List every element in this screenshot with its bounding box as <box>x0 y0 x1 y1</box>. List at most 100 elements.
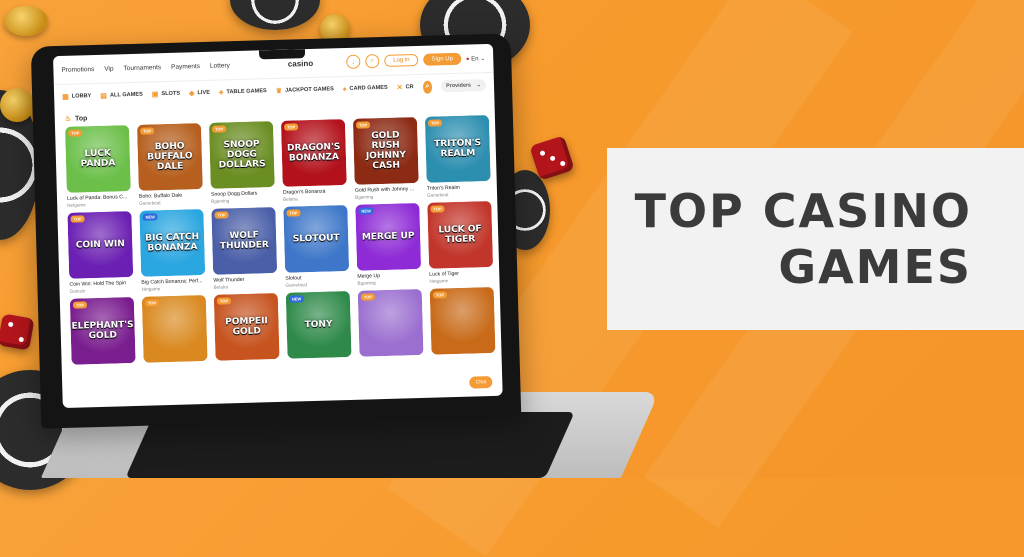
game-card[interactable]: TOPSLOTOUTSlotoutGamebeat <box>283 205 349 288</box>
login-button[interactable]: Log in <box>384 54 419 67</box>
game-provider <box>432 357 496 359</box>
game-provider: Belatra <box>213 283 277 290</box>
game-card[interactable]: TOPSNOOP DOGG DOLLARSSnoop Dogg DollarsB… <box>209 121 275 204</box>
nav-payments[interactable]: Payments <box>171 63 200 71</box>
game-thumbnail[interactable]: TOP <box>358 289 424 357</box>
headline-line-2: GAMES <box>778 239 972 295</box>
game-art-title: SLOTOUT <box>290 233 343 244</box>
game-thumbnail[interactable]: TOP <box>142 295 208 363</box>
game-tag: TOP <box>361 293 375 300</box>
game-name[interactable] <box>72 366 136 368</box>
game-provider: Gamebeat <box>285 281 349 288</box>
game-card[interactable]: TOP <box>358 289 424 361</box>
game-card[interactable]: TOP <box>142 295 208 367</box>
game-tag: TOP <box>356 121 370 128</box>
game-provider: Gamzix <box>70 287 134 294</box>
game-art-title: COIN WIN <box>73 239 128 251</box>
game-thumbnail[interactable]: TOPSNOOP DOGG DOLLARS <box>209 121 275 189</box>
slot-icon: ▣ <box>152 90 159 98</box>
game-card[interactable]: TOPCOIN WINCoin Win: Hold The SpinGamzix <box>67 211 133 294</box>
search-icon[interactable]: ⌕ <box>365 54 379 68</box>
game-thumbnail[interactable]: NEWTONY <box>286 291 352 359</box>
game-name[interactable] <box>288 360 352 362</box>
category-label: CARD GAMES <box>349 85 387 92</box>
category-jackpot-games[interactable]: ♛JACKPOT GAMES <box>276 85 334 95</box>
game-provider <box>144 365 208 367</box>
chevron-down-icon: ⌄ <box>476 82 481 88</box>
game-thumbnail[interactable]: TOP <box>430 287 496 355</box>
game-name[interactable] <box>144 364 208 366</box>
game-tag: TOP <box>428 119 442 126</box>
game-thumbnail[interactable]: TOPGOLD RUSH JOHNNY CASH <box>353 117 419 185</box>
section-title: Top <box>75 115 88 122</box>
game-card[interactable]: TOPLUCK OF TIGERLuck of TigerNetgame <box>427 201 493 284</box>
table-icon: ♣ <box>219 89 224 96</box>
game-thumbnail[interactable]: TOP COIN WIN <box>67 211 133 279</box>
game-name[interactable] <box>432 356 496 358</box>
category-crash[interactable]: ✕CR <box>397 83 414 91</box>
game-thumbnail[interactable]: TOPLUCK OF TIGER <box>427 201 493 269</box>
crash-icon: ✕ <box>397 83 403 91</box>
headline-line-1: TOP CASINO <box>635 183 972 239</box>
game-thumbnail[interactable]: TOPSLOTOUT <box>283 205 349 273</box>
category-card-games[interactable]: ♠CARD GAMES <box>343 84 388 92</box>
game-tag: NEW <box>289 295 305 302</box>
game-card[interactable]: TOP <box>430 287 496 359</box>
game-thumbnail[interactable]: NEWBIG CATCH BONANZA <box>139 209 205 277</box>
game-card[interactable]: TOPDRAGON'S BONANZADragon's BonanzaBelat… <box>281 119 347 202</box>
game-tag: TOP <box>145 299 159 306</box>
game-name[interactable] <box>360 358 424 360</box>
game-thumbnail[interactable]: TOPWOLF THUNDER <box>211 207 277 275</box>
download-icon[interactable]: ↓ <box>346 55 360 69</box>
category-all-games[interactable]: ▤ALL GAMES <box>100 91 143 100</box>
card-icon: ♠ <box>343 85 347 92</box>
game-name[interactable] <box>216 362 280 364</box>
game-card[interactable]: TOPPOMPEII GOLD <box>214 293 280 365</box>
nav-lottery[interactable]: Lottery <box>210 62 230 70</box>
game-thumbnail[interactable]: TOPDRAGON'S BONANZA <box>281 119 347 187</box>
game-card[interactable]: NEWTONY <box>286 291 352 363</box>
game-thumbnail[interactable]: TOPTRITON'S REALM <box>425 115 491 183</box>
game-card[interactable]: TOPBOHO BUFFALO DALEBoho: Buffalo DaleGa… <box>137 123 203 206</box>
language-label: En <box>471 56 479 62</box>
providers-select[interactable]: Providers⌄ <box>441 79 486 92</box>
signup-button[interactable]: Sign Up <box>423 53 461 66</box>
category-lobby[interactable]: ▦LOBBY <box>62 92 91 101</box>
game-card[interactable]: NEWMERGE UPMerge UpBgaming <box>355 203 421 286</box>
nav-promotions[interactable]: Promotions <box>61 66 94 74</box>
game-thumbnail[interactable]: TOPLUCK PANDA <box>65 125 131 193</box>
category-live[interactable]: ◆LIVE <box>189 89 210 98</box>
game-tag: TOP <box>214 211 228 218</box>
game-tag: TOP <box>70 215 84 222</box>
game-thumbnail[interactable]: TOPELEPHANT'S GOLD <box>70 297 136 365</box>
jackpot-icon: ♛ <box>276 87 283 95</box>
search-icon[interactable]: ⌕ <box>423 80 433 93</box>
nav-tournaments[interactable]: Tournaments <box>123 64 161 72</box>
nav-vip[interactable]: Vip <box>104 65 113 72</box>
game-provider: Netgame <box>67 201 131 208</box>
game-provider: Bgaming <box>357 279 421 286</box>
coin-icon <box>0 88 34 122</box>
game-card[interactable]: TOPELEPHANT'S GOLD <box>70 297 136 369</box>
header-actions: ↓ ⌕ Log in Sign Up ● En ⌄ <box>346 51 485 69</box>
category-label: ALL GAMES <box>110 92 143 99</box>
dice-icon <box>0 313 35 350</box>
language-selector[interactable]: ● En ⌄ <box>466 55 486 63</box>
chat-button[interactable]: Chat <box>470 376 493 389</box>
game-card[interactable]: TOPTRITON'S REALMTriton's RealmGamebeat <box>425 115 491 198</box>
game-card[interactable]: NEWBIG CATCH BONANZABig Catch Bonanza: P… <box>139 209 205 292</box>
site-logo[interactable]: casino <box>288 58 314 68</box>
game-art-title: ELEPHANT'S GOLD <box>70 320 136 342</box>
game-provider: Belatra <box>283 195 347 202</box>
game-card[interactable]: TOPGOLD RUSH JOHNNY CASHGold Rush with J… <box>353 117 419 200</box>
game-art-title: MERGE UP <box>359 231 418 243</box>
category-slots[interactable]: ▣SLOTS <box>152 90 180 99</box>
category-table-games[interactable]: ♣TABLE GAMES <box>219 88 267 96</box>
category-label: TABLE GAMES <box>226 88 266 95</box>
top-nav: Promotions Vip Tournaments Payments Lott… <box>61 62 230 74</box>
game-thumbnail[interactable]: NEWMERGE UP <box>355 203 421 271</box>
game-thumbnail[interactable]: TOPBOHO BUFFALO DALE <box>137 123 203 191</box>
game-card[interactable]: TOPLUCK PANDALuck of Panda: Bonus C...Ne… <box>65 125 131 208</box>
game-card[interactable]: TOPWOLF THUNDERWolf ThunderBelatra <box>211 207 277 290</box>
game-thumbnail[interactable]: TOPPOMPEII GOLD <box>214 293 280 361</box>
